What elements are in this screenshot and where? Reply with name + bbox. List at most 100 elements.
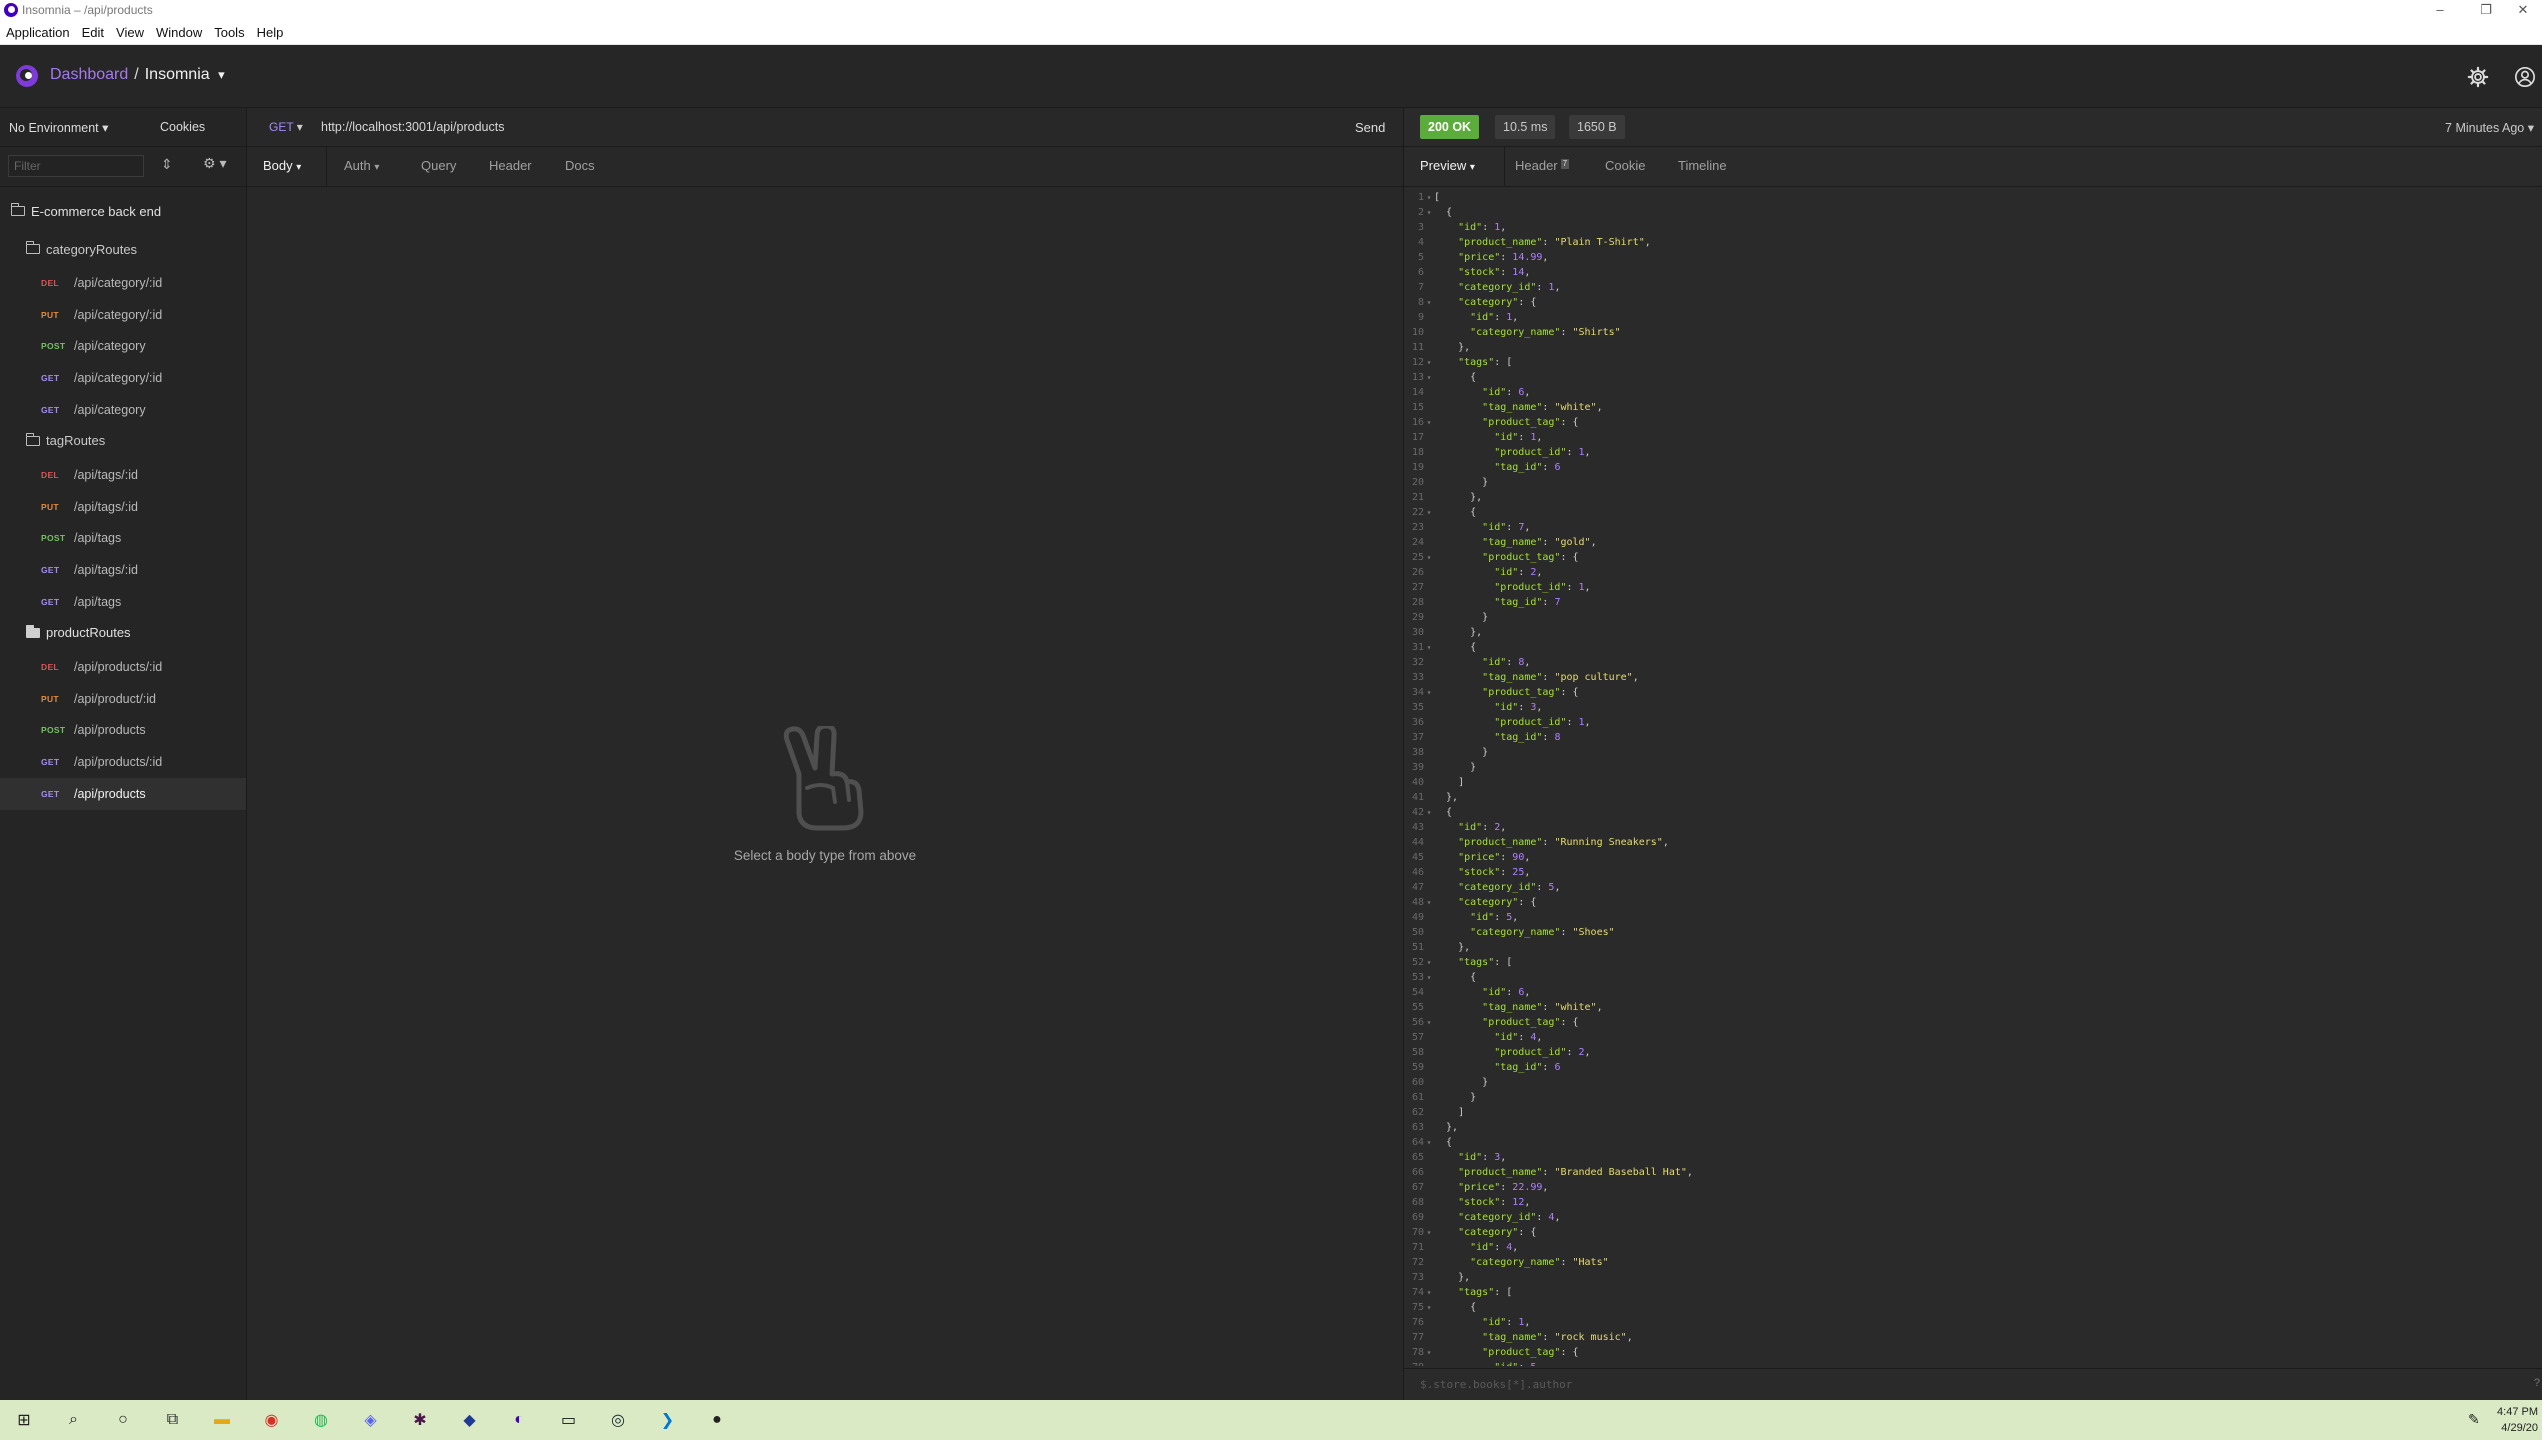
request-item[interactable]: PUT/api/tags/:id — [0, 491, 246, 523]
json-line: 32 "id": 8, — [1404, 655, 2542, 670]
fold-toggle-icon[interactable]: ▾ — [1424, 1285, 1434, 1300]
fold-toggle-icon[interactable]: ▾ — [1424, 295, 1434, 310]
request-item[interactable]: POST/api/tags — [0, 523, 246, 555]
request-item-active[interactable]: GET/api/products — [0, 778, 246, 810]
request-item[interactable]: DEL/api/tags/:id — [0, 459, 246, 491]
json-line: 25 ▾ "product_tag": { — [1404, 550, 2542, 565]
create-menu-gear-icon[interactable]: ⚙ ▾ — [203, 155, 226, 172]
fold-toggle-icon[interactable]: ▾ — [1424, 1300, 1434, 1315]
menu-window[interactable]: Window — [156, 25, 202, 40]
fold-toggle-icon[interactable]: ▾ — [1424, 685, 1434, 700]
task-view-icon[interactable]: ⧉ — [161, 1408, 185, 1432]
request-item[interactable]: DEL/api/products/:id — [0, 651, 246, 683]
line-number: 55 — [1411, 1002, 1424, 1013]
request-item[interactable]: GET/api/tags/:id — [0, 554, 246, 586]
line-number: 58 — [1411, 1047, 1424, 1058]
line-number: 15 — [1411, 402, 1424, 413]
fold-toggle-icon[interactable]: ▾ — [1424, 640, 1434, 655]
response-history-dropdown[interactable]: 7 Minutes Ago ▾ — [2445, 120, 2534, 135]
environment-select[interactable]: No Environment ▾ — [9, 120, 108, 135]
method-badge: GET — [41, 565, 60, 576]
fold-gutter — [1424, 1000, 1434, 1015]
insomnia-icon[interactable]: ◐ — [507, 1408, 531, 1432]
folder-category-routes[interactable]: categoryRoutes — [0, 234, 246, 264]
fold-gutter — [1424, 700, 1434, 715]
request-item[interactable]: POST/api/category — [0, 331, 246, 363]
json-line: 53 ▾ { — [1404, 970, 2542, 985]
line-number: 70 — [1411, 1227, 1424, 1238]
folder-tag-routes[interactable]: tagRoutes — [0, 426, 246, 456]
fold-toggle-icon[interactable]: ▾ — [1424, 1345, 1434, 1360]
spotify-icon[interactable]: ◍ — [309, 1408, 333, 1432]
breadcrumb-workspace[interactable]: Insomnia — [145, 66, 210, 83]
tab-cookie[interactable]: Cookie — [1605, 146, 1645, 186]
menu-view[interactable]: View — [116, 25, 144, 40]
workspace-root[interactable]: E-commerce back end — [0, 196, 246, 226]
menu-application[interactable]: Application — [6, 25, 70, 40]
sidebar-filter-input[interactable] — [8, 155, 144, 177]
fold-toggle-icon[interactable]: ▾ — [1424, 970, 1434, 985]
tab-preview[interactable]: Preview ▾ — [1420, 146, 1475, 186]
pen-icon[interactable]: ✎ — [2468, 1411, 2480, 1428]
json-line-text: } — [1434, 747, 1489, 758]
json-line: 21 }, — [1404, 490, 2542, 505]
cortana-icon[interactable]: ○ — [111, 1408, 135, 1432]
fold-toggle-icon[interactable]: ▾ — [1424, 550, 1434, 565]
menu-tools[interactable]: Tools — [214, 25, 244, 40]
tab-response-header[interactable]: Header 7 — [1515, 146, 1570, 186]
request-item[interactable]: PUT/api/category/:id — [0, 299, 246, 331]
system-clock[interactable]: 4:47 PM 4/29/20 — [2497, 1404, 2538, 1436]
fold-toggle-icon[interactable]: ▾ — [1424, 415, 1434, 430]
fold-toggle-icon[interactable]: ▾ — [1424, 805, 1434, 820]
search-icon[interactable]: ⌕ — [62, 1408, 86, 1432]
settings-gear-icon[interactable] — [2463, 62, 2493, 92]
tab-timeline[interactable]: Timeline — [1678, 146, 1727, 186]
file-explorer-icon[interactable]: ▬ — [210, 1408, 234, 1432]
discord-icon[interactable]: ◈ — [359, 1408, 383, 1432]
close-window-button[interactable]: ✕ — [2500, 0, 2542, 20]
slack-icon[interactable]: ✱ — [408, 1408, 432, 1432]
request-item[interactable]: GET/api/category — [0, 394, 246, 426]
request-item[interactable]: GET/api/category/:id — [0, 362, 246, 394]
fold-toggle-icon[interactable]: ▾ — [1424, 1015, 1434, 1030]
request-item[interactable]: GET/api/products/:id — [0, 746, 246, 778]
menu-help[interactable]: Help — [257, 25, 284, 40]
response-json-viewer[interactable]: 1 ▾[2 ▾ {3 "id": 1, 4 "product_name": "Plai… — [1404, 190, 2542, 1366]
menu-edit[interactable]: Edit — [82, 25, 104, 40]
minimize-button[interactable]: – — [2417, 0, 2463, 20]
steam-icon[interactable]: ◎ — [606, 1408, 630, 1432]
fold-toggle-icon[interactable]: ▾ — [1424, 895, 1434, 910]
json-line: 5 "price": 14.99, — [1404, 250, 2542, 265]
fold-toggle-icon[interactable]: ▾ — [1424, 190, 1434, 205]
chevron-down-icon: ▾ — [102, 121, 109, 135]
json-line-text: "id": 3, — [1494, 702, 1543, 713]
fold-toggle-icon[interactable]: ▾ — [1424, 505, 1434, 520]
request-item[interactable]: PUT/api/product/:id — [0, 683, 246, 715]
github-icon[interactable]: ● — [705, 1408, 729, 1432]
json-line: 64 ▾ { — [1404, 1135, 2542, 1150]
request-item[interactable]: GET/api/tags — [0, 586, 246, 618]
sort-icon[interactable]: ⇕ — [161, 156, 173, 173]
status-badge: 200 OK — [1420, 115, 1480, 139]
account-user-icon[interactable] — [2510, 62, 2540, 92]
chrome-icon[interactable]: ◉ — [260, 1408, 284, 1432]
fold-toggle-icon[interactable]: ▾ — [1424, 1135, 1434, 1150]
fold-toggle-icon[interactable]: ▾ — [1424, 205, 1434, 220]
cookies-button[interactable]: Cookies — [160, 120, 205, 134]
terminal-icon[interactable]: ▭ — [557, 1408, 581, 1432]
help-icon[interactable]: ? — [2534, 1377, 2540, 1389]
windows-start-icon[interactable]: ⊞ — [12, 1408, 36, 1432]
response-filter-input[interactable]: $.store.books[*].author — [1420, 1378, 1572, 1391]
fold-toggle-icon[interactable]: ▾ — [1424, 955, 1434, 970]
vscode-icon[interactable]: ❯ — [656, 1408, 680, 1432]
chevron-down-icon[interactable]: ▾ — [218, 67, 225, 82]
json-line-text: ] — [1434, 1107, 1465, 1118]
fold-toggle-icon[interactable]: ▾ — [1424, 370, 1434, 385]
folder-product-routes[interactable]: productRoutes — [0, 618, 246, 648]
ide-icon[interactable]: ◆ — [458, 1408, 482, 1432]
fold-toggle-icon[interactable]: ▾ — [1424, 355, 1434, 370]
request-item[interactable]: DEL/api/category/:id — [0, 267, 246, 299]
request-item[interactable]: POST/api/products — [0, 715, 246, 747]
breadcrumb-dashboard[interactable]: Dashboard — [50, 66, 128, 83]
fold-toggle-icon[interactable]: ▾ — [1424, 1225, 1434, 1240]
